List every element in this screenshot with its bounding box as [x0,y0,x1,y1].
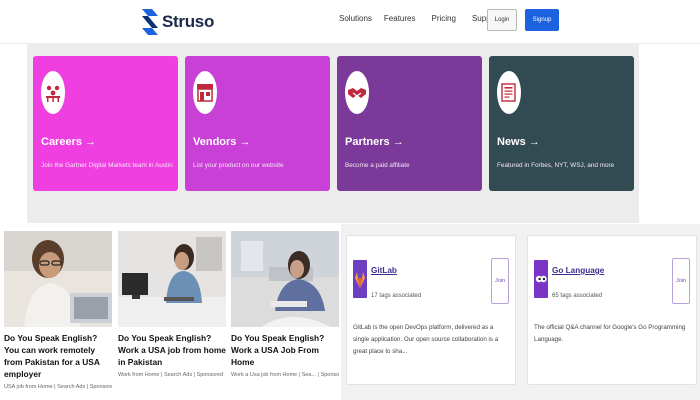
newspaper-icon [497,71,521,114]
brand-logo[interactable]: Struso [142,8,214,36]
vendors-title: Vendors → [193,136,251,148]
storefront-icon [193,71,217,114]
ad-title[interactable]: Do You Speak English? You can work remot… [4,332,112,380]
ad-image [4,231,112,327]
tag-count: 17 tags associated [371,293,422,299]
top-header: Struso Solutions Features Pricing Suppor… [0,0,700,44]
partners-title: Partners → [345,136,404,148]
news-desc: Featured in Forbes, NYT, WSJ, and more [497,162,615,169]
tag-description: GitLab is the open DevOps platform, deli… [353,324,499,355]
sponsored-ad[interactable]: Do You Speak English? Work a USA job fro… [118,231,226,378]
nav-pricing[interactable]: Pricing [432,14,456,23]
logo-mark-icon [142,9,158,35]
nav-features[interactable]: Features [384,14,416,23]
news-title: News → [497,136,540,148]
tag-description: The official Q&A channel for Google's Go… [534,324,686,343]
partners-desc: Become a paid affiliate [345,162,410,169]
tag-card-gitlab[interactable]: GitLab 17 tags associated Join GitLab is… [346,235,516,385]
join-button[interactable]: Join [491,258,509,304]
nav-solutions[interactable]: Solutions [339,14,372,23]
signup-button[interactable]: Signup [525,9,559,31]
handshake-icon [345,71,369,114]
join-button[interactable]: Join [672,258,690,304]
careers-desc: Join the Gartner Digital Markets team in… [41,162,173,169]
login-button[interactable]: Login [487,9,517,31]
ad-title[interactable]: Do You Speak English? Work a USA job fro… [118,332,226,368]
tag-name[interactable]: Go Language [552,266,604,275]
sponsored-ad[interactable]: Do You Speak English? You can work remot… [4,231,112,390]
vendors-card[interactable]: Vendors → List your product on our websi… [185,56,330,191]
ad-title[interactable]: Do You Speak English? Work a USA Job Fro… [231,332,339,368]
ad-meta: USA job from Home | Search Ads | Sponsor… [4,384,112,390]
tag-card-go[interactable]: Go Language 65 tags associated Join The … [527,235,697,385]
go-icon [534,260,548,298]
ad-meta: Work from Home | Search Ads | Sponsored [118,372,224,378]
vendors-desc: List your product on our website [193,162,284,169]
ad-image [231,231,339,327]
tag-name[interactable]: GitLab [371,266,397,275]
tag-count: 65 tags associated [552,293,603,299]
partners-card[interactable]: Partners → Become a paid affiliate [337,56,482,191]
gitlab-icon [353,260,367,298]
careers-title: Careers → [41,136,97,148]
ad-meta: Work a Usa job from Home | Sea... | Spon… [231,372,339,378]
sponsored-ad[interactable]: Do You Speak English? Work a USA Job Fro… [231,231,339,378]
ad-image [118,231,226,327]
careers-card[interactable]: Careers → Join the Gartner Digital Marke… [33,56,178,191]
brand-name: Struso [162,12,215,31]
team-icon [41,71,65,114]
news-card[interactable]: News → Featured in Forbes, NYT, WSJ, and… [489,56,634,191]
